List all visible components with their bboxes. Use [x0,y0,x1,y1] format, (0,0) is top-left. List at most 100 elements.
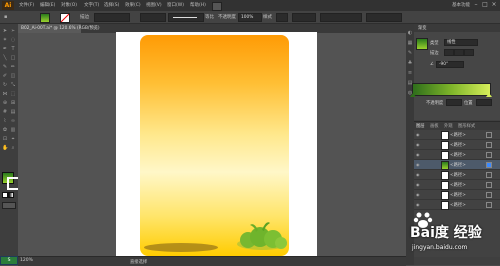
layer-target-icon[interactable] [486,192,492,198]
brush-definition-field[interactable] [168,13,204,22]
stroke-gradient-option-3[interactable] [464,49,474,56]
graph-tool-icon[interactable]: ▥ [10,127,16,133]
layer-name[interactable]: <路径> [450,172,466,178]
bridge-icon[interactable] [212,2,222,11]
stroke-gradient-option-2[interactable] [454,49,464,56]
rectangle-tool-icon[interactable]: □ [10,55,16,61]
stroke-swatch[interactable] [60,13,70,23]
menu-file[interactable]: 文件(F) [19,2,34,8]
direct-selection-tool-icon[interactable]: ➢ [10,28,16,34]
ground-shadow-shape[interactable] [144,243,218,252]
start-button[interactable]: S [1,257,17,264]
graphic-style-swatch[interactable] [276,13,288,22]
tab-appearance[interactable]: 外观 [444,123,453,129]
layer-target-icon[interactable] [486,132,492,138]
menu-select[interactable]: 选择(S) [104,2,119,8]
blend-tool-icon[interactable]: ∞ [10,118,16,124]
mesh-tool-icon[interactable]: # [2,109,8,115]
gradient-angle-field[interactable]: -90° [436,61,464,68]
type-tool-icon[interactable]: T [10,46,16,52]
layer-row[interactable]: ◉ <路径> [414,180,500,190]
layer-target-icon[interactable] [486,162,492,168]
gradient-location-field[interactable] [476,99,492,106]
stroke-weight-field[interactable] [94,13,130,22]
layer-name[interactable]: <路径> [450,162,466,168]
pen-tool-icon[interactable]: ✒ [2,46,8,52]
menu-help[interactable]: 帮助(H) [190,2,206,8]
gradient-mode-icon[interactable] [8,192,14,198]
menu-window[interactable]: 窗口(W) [167,2,184,8]
eyedropper-tool-icon[interactable]: ⌇ [2,118,8,124]
gradient-tab[interactable]: 渐变 [418,25,427,31]
gradient-slider[interactable] [412,83,491,96]
perspective-grid-tool-icon[interactable]: ⊞ [10,100,16,106]
gradient-opacity-field[interactable] [446,99,462,106]
symbol-sprayer-tool-icon[interactable]: ✿ [2,127,8,133]
fill-swatch[interactable] [40,13,50,23]
tab-artboards[interactable]: 画板 [430,123,439,129]
hand-tool-icon[interactable]: ✋ [2,145,8,151]
visibility-eye-icon[interactable]: ◉ [416,162,421,167]
line-tool-icon[interactable]: ╲ [2,55,8,61]
swatches-panel-icon[interactable]: ▦ [407,40,413,46]
layer-target-icon[interactable] [486,142,492,148]
scale-tool-icon[interactable]: ⤡ [10,82,16,88]
layer-name[interactable]: <路径> [450,142,466,148]
width-tool-icon[interactable]: ⋈ [2,91,8,97]
gradient-stop-end[interactable] [486,93,492,97]
blob-brush-tool-icon[interactable]: ✐ [2,73,8,79]
layer-target-icon[interactable] [486,172,492,178]
workspace-switcher[interactable]: 基本功能 [452,2,470,8]
free-transform-tool-icon[interactable]: ⬚ [10,91,16,97]
layer-row-selected[interactable]: ◉ <路径> [414,160,500,170]
visibility-eye-icon[interactable]: ◉ [416,202,421,207]
layer-row[interactable]: ◉ <路径> [414,130,500,140]
slice-tool-icon[interactable]: ⌖ [10,136,16,142]
layer-row[interactable]: ◉ <路径> [414,200,500,210]
brush-tool-icon[interactable]: ✎ [2,64,8,70]
layer-name[interactable]: <路径> [450,192,466,198]
visibility-eye-icon[interactable]: ◉ [416,192,421,197]
gradient-type-select[interactable]: 线性 [444,39,478,46]
gradient-stop-start[interactable] [410,93,416,97]
artboard-tool-icon[interactable]: ⊡ [2,136,8,142]
layer-name[interactable]: <路径> [450,132,466,138]
menu-view[interactable]: 视图(V) [146,2,162,8]
pencil-tool-icon[interactable]: ✏ [10,64,16,70]
position-controls[interactable] [366,13,402,22]
grass-bush-shape[interactable] [236,222,288,250]
layer-row[interactable]: ◉ <路径> [414,140,500,150]
magic-wand-tool-icon[interactable]: ✶ [2,37,8,43]
document-tab[interactable]: B02_Ai-00T.ai* @ 120.6% (RGB/预览) [18,24,100,33]
lasso-tool-icon[interactable]: ◌ [10,37,16,43]
variable-width-field[interactable] [140,13,166,22]
close-icon[interactable]: × [490,1,498,9]
layer-name[interactable]: <路径> [450,202,466,208]
align-controls[interactable] [292,13,316,22]
visibility-eye-icon[interactable]: ◉ [416,172,421,177]
layer-row[interactable]: ◉ <路径> [414,190,500,200]
menu-type[interactable]: 文字(T) [84,2,99,8]
color-panel-icon[interactable]: ◐ [407,30,413,36]
selection-tool-icon[interactable]: ➤ [2,28,8,34]
draw-mode-icon[interactable] [2,202,16,209]
tab-layers[interactable]: 图层 [416,123,425,129]
gradient-tool-icon[interactable]: ▤ [10,109,16,115]
zoom-level[interactable]: 120% [20,258,33,263]
menu-object[interactable]: 对象(O) [61,2,77,8]
stroke-gradient-option-1[interactable] [444,49,454,56]
layer-row[interactable]: ◉ <路径> [414,170,500,180]
layer-target-icon[interactable] [486,152,492,158]
layer-name[interactable]: <路径> [450,152,466,158]
visibility-eye-icon[interactable]: ◉ [416,152,421,157]
layer-name[interactable]: <路径> [450,182,466,188]
visibility-eye-icon[interactable]: ◉ [416,132,421,137]
status-tool-label[interactable]: 直接选择 [130,259,147,265]
layer-target-icon[interactable] [486,202,492,208]
shape-builder-tool-icon[interactable]: ⊕ [2,100,8,106]
rotate-tool-icon[interactable]: ↻ [2,82,8,88]
layer-target-icon[interactable] [486,182,492,188]
maximize-icon[interactable]: □ [481,1,489,9]
visibility-eye-icon[interactable]: ◉ [416,182,421,187]
transform-controls[interactable] [320,13,362,22]
